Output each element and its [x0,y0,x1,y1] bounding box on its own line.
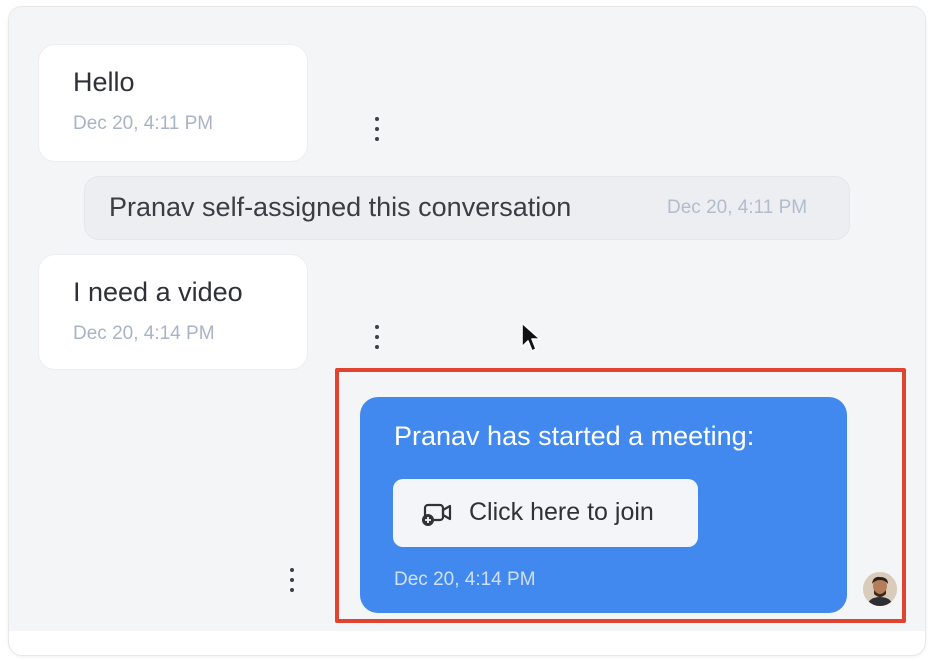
message-text: I need a video [73,277,243,307]
message-text: Hello [73,67,135,97]
activity-message: Pranav self-assigned this conversation D… [85,177,849,239]
activity-text: Pranav self-assigned this conversation [109,192,572,222]
activity-timestamp: Dec 20, 4:11 PM [667,197,808,218]
mouse-cursor-icon [521,322,541,352]
more-vertical-icon[interactable] [286,568,298,592]
message-timestamp: Dec 20, 4:11 PM [73,113,214,134]
highlight-box [335,368,906,623]
incoming-message-bubble: I need a video Dec 20, 4:14 PM [39,255,307,369]
more-vertical-icon[interactable] [371,325,383,349]
incoming-message-bubble: Hello Dec 20, 4:11 PM [39,45,307,161]
message-timestamp: Dec 20, 4:14 PM [73,323,215,344]
more-vertical-icon[interactable] [371,117,383,141]
